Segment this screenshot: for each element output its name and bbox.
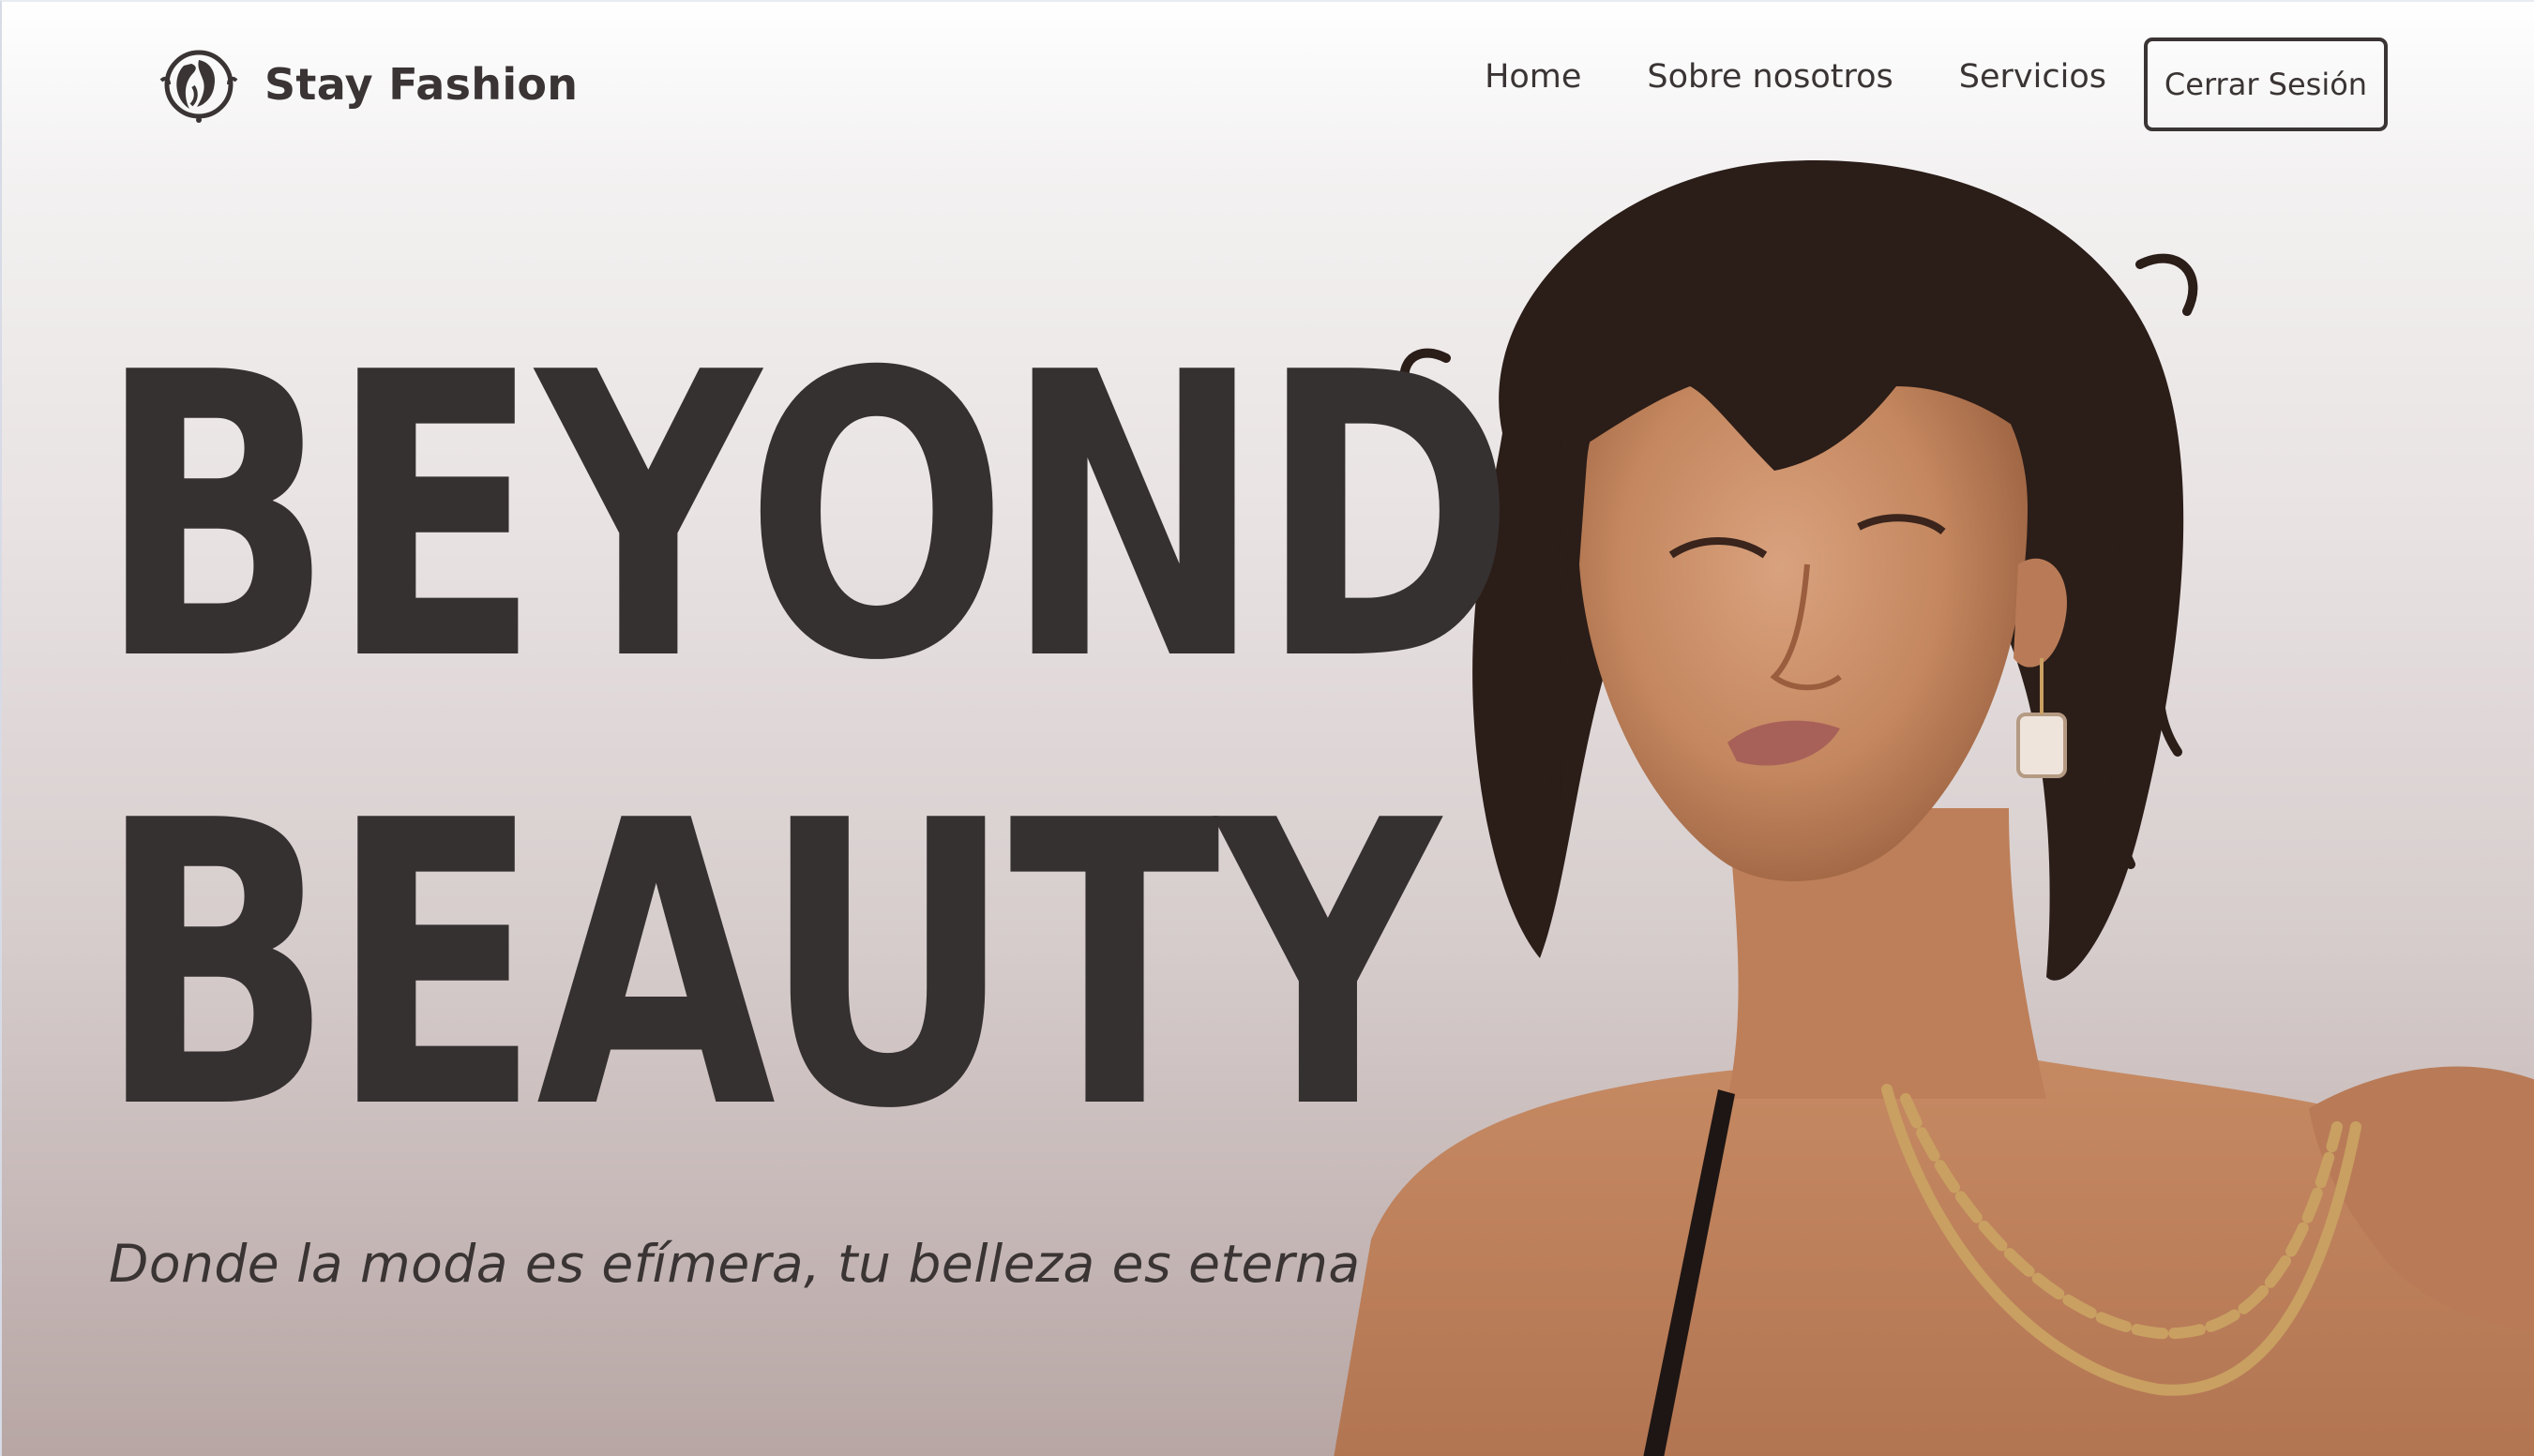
nav-services-link[interactable]: Servicios <box>1959 58 2106 96</box>
nav-about-link[interactable]: Sobre nosotros <box>1647 58 1893 96</box>
brand-link[interactable]: Stay Fashion <box>156 45 578 124</box>
hero-title-line-2: BEAUTY <box>98 738 1440 1194</box>
brand-name: Stay Fashion <box>264 59 579 110</box>
woman-silhouette-logo-icon <box>159 50 238 123</box>
page: Stay Fashion Home Sobre nosotros Servici… <box>0 0 2534 1456</box>
logout-button[interactable]: Cerrar Sesión <box>2144 38 2388 131</box>
hero-tagline: Donde la moda es efímera, tu belleza es … <box>109 1234 1361 1294</box>
nav-home-link[interactable]: Home <box>1485 58 1581 96</box>
model-photo <box>1334 159 2534 1456</box>
nav-links: Home Sobre nosotros Servicios <box>1485 58 2106 96</box>
earring-icon <box>2016 713 2067 778</box>
navbar: Stay Fashion Home Sobre nosotros Servici… <box>2 2 2534 171</box>
hero-title-line-1: BEYOND <box>98 290 1516 746</box>
